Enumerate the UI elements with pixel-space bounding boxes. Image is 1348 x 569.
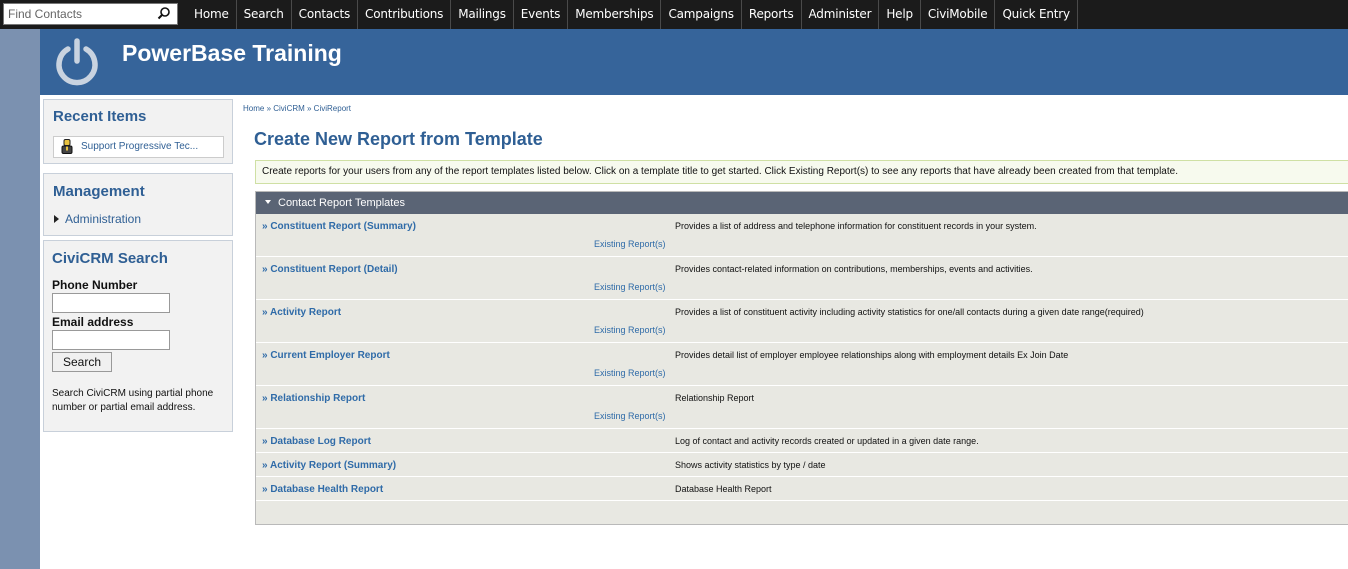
page-title: Create New Report from Template <box>254 129 543 149</box>
menu-quick-entry[interactable]: Quick Entry <box>994 0 1078 29</box>
menu-contributions[interactable]: Contributions <box>357 0 450 29</box>
magnifier-icon[interactable] <box>157 6 171 20</box>
report-row: » Constituent Report (Detail) Provides c… <box>256 257 1348 300</box>
recent-item-label[interactable]: Support Progressive Tec... <box>81 141 198 152</box>
report-row: » Activity Report (Summary) Shows activi… <box>256 453 1348 477</box>
report-description: Relationship Report <box>675 393 755 403</box>
report-row: » Database Log Report Log of contact and… <box>256 429 1348 453</box>
civicrm-search-block: CiviCRM Search Phone Number Email addres… <box>43 240 233 432</box>
report-description: Provides contact-related information on … <box>675 264 1033 274</box>
menu-reports[interactable]: Reports <box>740 0 801 29</box>
menu-mailings[interactable]: Mailings <box>450 0 513 29</box>
report-row: » Activity Report Provides a list of con… <box>256 300 1348 343</box>
report-row: » Constituent Report (Summary) Provides … <box>256 214 1348 257</box>
breadcrumb[interactable]: Home » CiviCRM » CiviReport <box>243 104 351 113</box>
report-description: Shows activity statistics by type / date <box>675 460 826 470</box>
menu-help[interactable]: Help <box>878 0 920 29</box>
phone-number-input[interactable] <box>52 293 170 313</box>
management-title: Management <box>53 183 145 200</box>
report-title-link[interactable]: » Current Employer Report <box>262 350 390 361</box>
email-address-input[interactable] <box>52 330 170 350</box>
report-title-link[interactable]: » Relationship Report <box>262 393 365 404</box>
contact-report-templates-header[interactable]: Contact Report Templates <box>256 192 1348 214</box>
recent-item[interactable]: Support Progressive Tec... <box>53 136 224 158</box>
site-header: PowerBase Training <box>40 29 1348 95</box>
find-contacts-input[interactable] <box>4 4 154 24</box>
triangle-right-icon <box>54 215 59 223</box>
report-templates-panel: Contact Report Templates » Constituent R… <box>255 191 1348 525</box>
left-stripe <box>0 29 40 569</box>
administration-link-label[interactable]: Administration <box>65 212 141 226</box>
report-description: Database Health Report <box>675 484 772 494</box>
menu-campaigns[interactable]: Campaigns <box>660 0 740 29</box>
power-icon[interactable] <box>53 37 101 87</box>
report-title-link[interactable]: » Activity Report <box>262 307 341 318</box>
menu-contacts[interactable]: Contacts <box>290 0 357 29</box>
report-description: Provides a list of constituent activity … <box>675 307 1144 317</box>
management-block: Management Administration <box>43 173 233 236</box>
report-title-link[interactable]: » Database Health Report <box>262 484 383 495</box>
existing-reports-link[interactable]: Existing Report(s) <box>594 368 666 378</box>
email-address-label: Email address <box>52 315 134 329</box>
recent-items-title: Recent Items <box>53 108 147 125</box>
menu-home[interactable]: Home <box>187 0 236 29</box>
recent-items-block: Recent Items Support Progressive Tec... <box>43 99 233 164</box>
report-title-link[interactable]: » Constituent Report (Summary) <box>262 221 416 232</box>
site-name[interactable]: PowerBase Training <box>122 40 342 67</box>
menu-memberships[interactable]: Memberships <box>567 0 660 29</box>
top-menu-bar: Home Search Contacts Contributions Maili… <box>0 0 1348 29</box>
existing-reports-link[interactable]: Existing Report(s) <box>594 411 666 421</box>
menu-events[interactable]: Events <box>512 0 567 29</box>
existing-reports-link[interactable]: Existing Report(s) <box>594 282 666 292</box>
menu-administer[interactable]: Administer <box>800 0 879 29</box>
phone-number-label: Phone Number <box>52 278 138 292</box>
administration-link[interactable]: Administration <box>54 212 141 226</box>
section-title: Contact Report Templates <box>278 197 405 209</box>
menu-civimobile[interactable]: CiviMobile <box>919 0 995 29</box>
existing-reports-link[interactable]: Existing Report(s) <box>594 325 666 335</box>
quicksearch-box <box>3 3 178 25</box>
person-icon <box>61 139 73 154</box>
report-row: » Relationship Report Relationship Repor… <box>256 386 1348 429</box>
report-title-link[interactable]: » Constituent Report (Detail) <box>262 264 398 275</box>
report-title-link[interactable]: » Database Log Report <box>262 436 371 447</box>
menu-search[interactable]: Search <box>235 0 291 29</box>
civicrm-search-title: CiviCRM Search <box>52 250 168 267</box>
report-description: Provides a list of address and telephone… <box>675 221 1037 231</box>
existing-reports-link[interactable]: Existing Report(s) <box>594 239 666 249</box>
report-description: Provides detail list of employer employe… <box>675 350 1069 360</box>
report-row: » Current Employer Report Provides detai… <box>256 343 1348 386</box>
search-help-text: Search CiviCRM using partial phone numbe… <box>52 388 214 413</box>
search-button[interactable]: Search <box>52 352 112 372</box>
report-description: Log of contact and activity records crea… <box>675 436 979 446</box>
report-title-link[interactable]: » Activity Report (Summary) <box>262 460 396 471</box>
report-row: » Database Health Report Database Health… <box>256 477 1348 501</box>
caret-down-icon <box>265 200 271 204</box>
main-menu: Home Search Contacts Contributions Maili… <box>187 0 1078 29</box>
intro-help-box: Create reports for your users from any o… <box>255 160 1348 184</box>
